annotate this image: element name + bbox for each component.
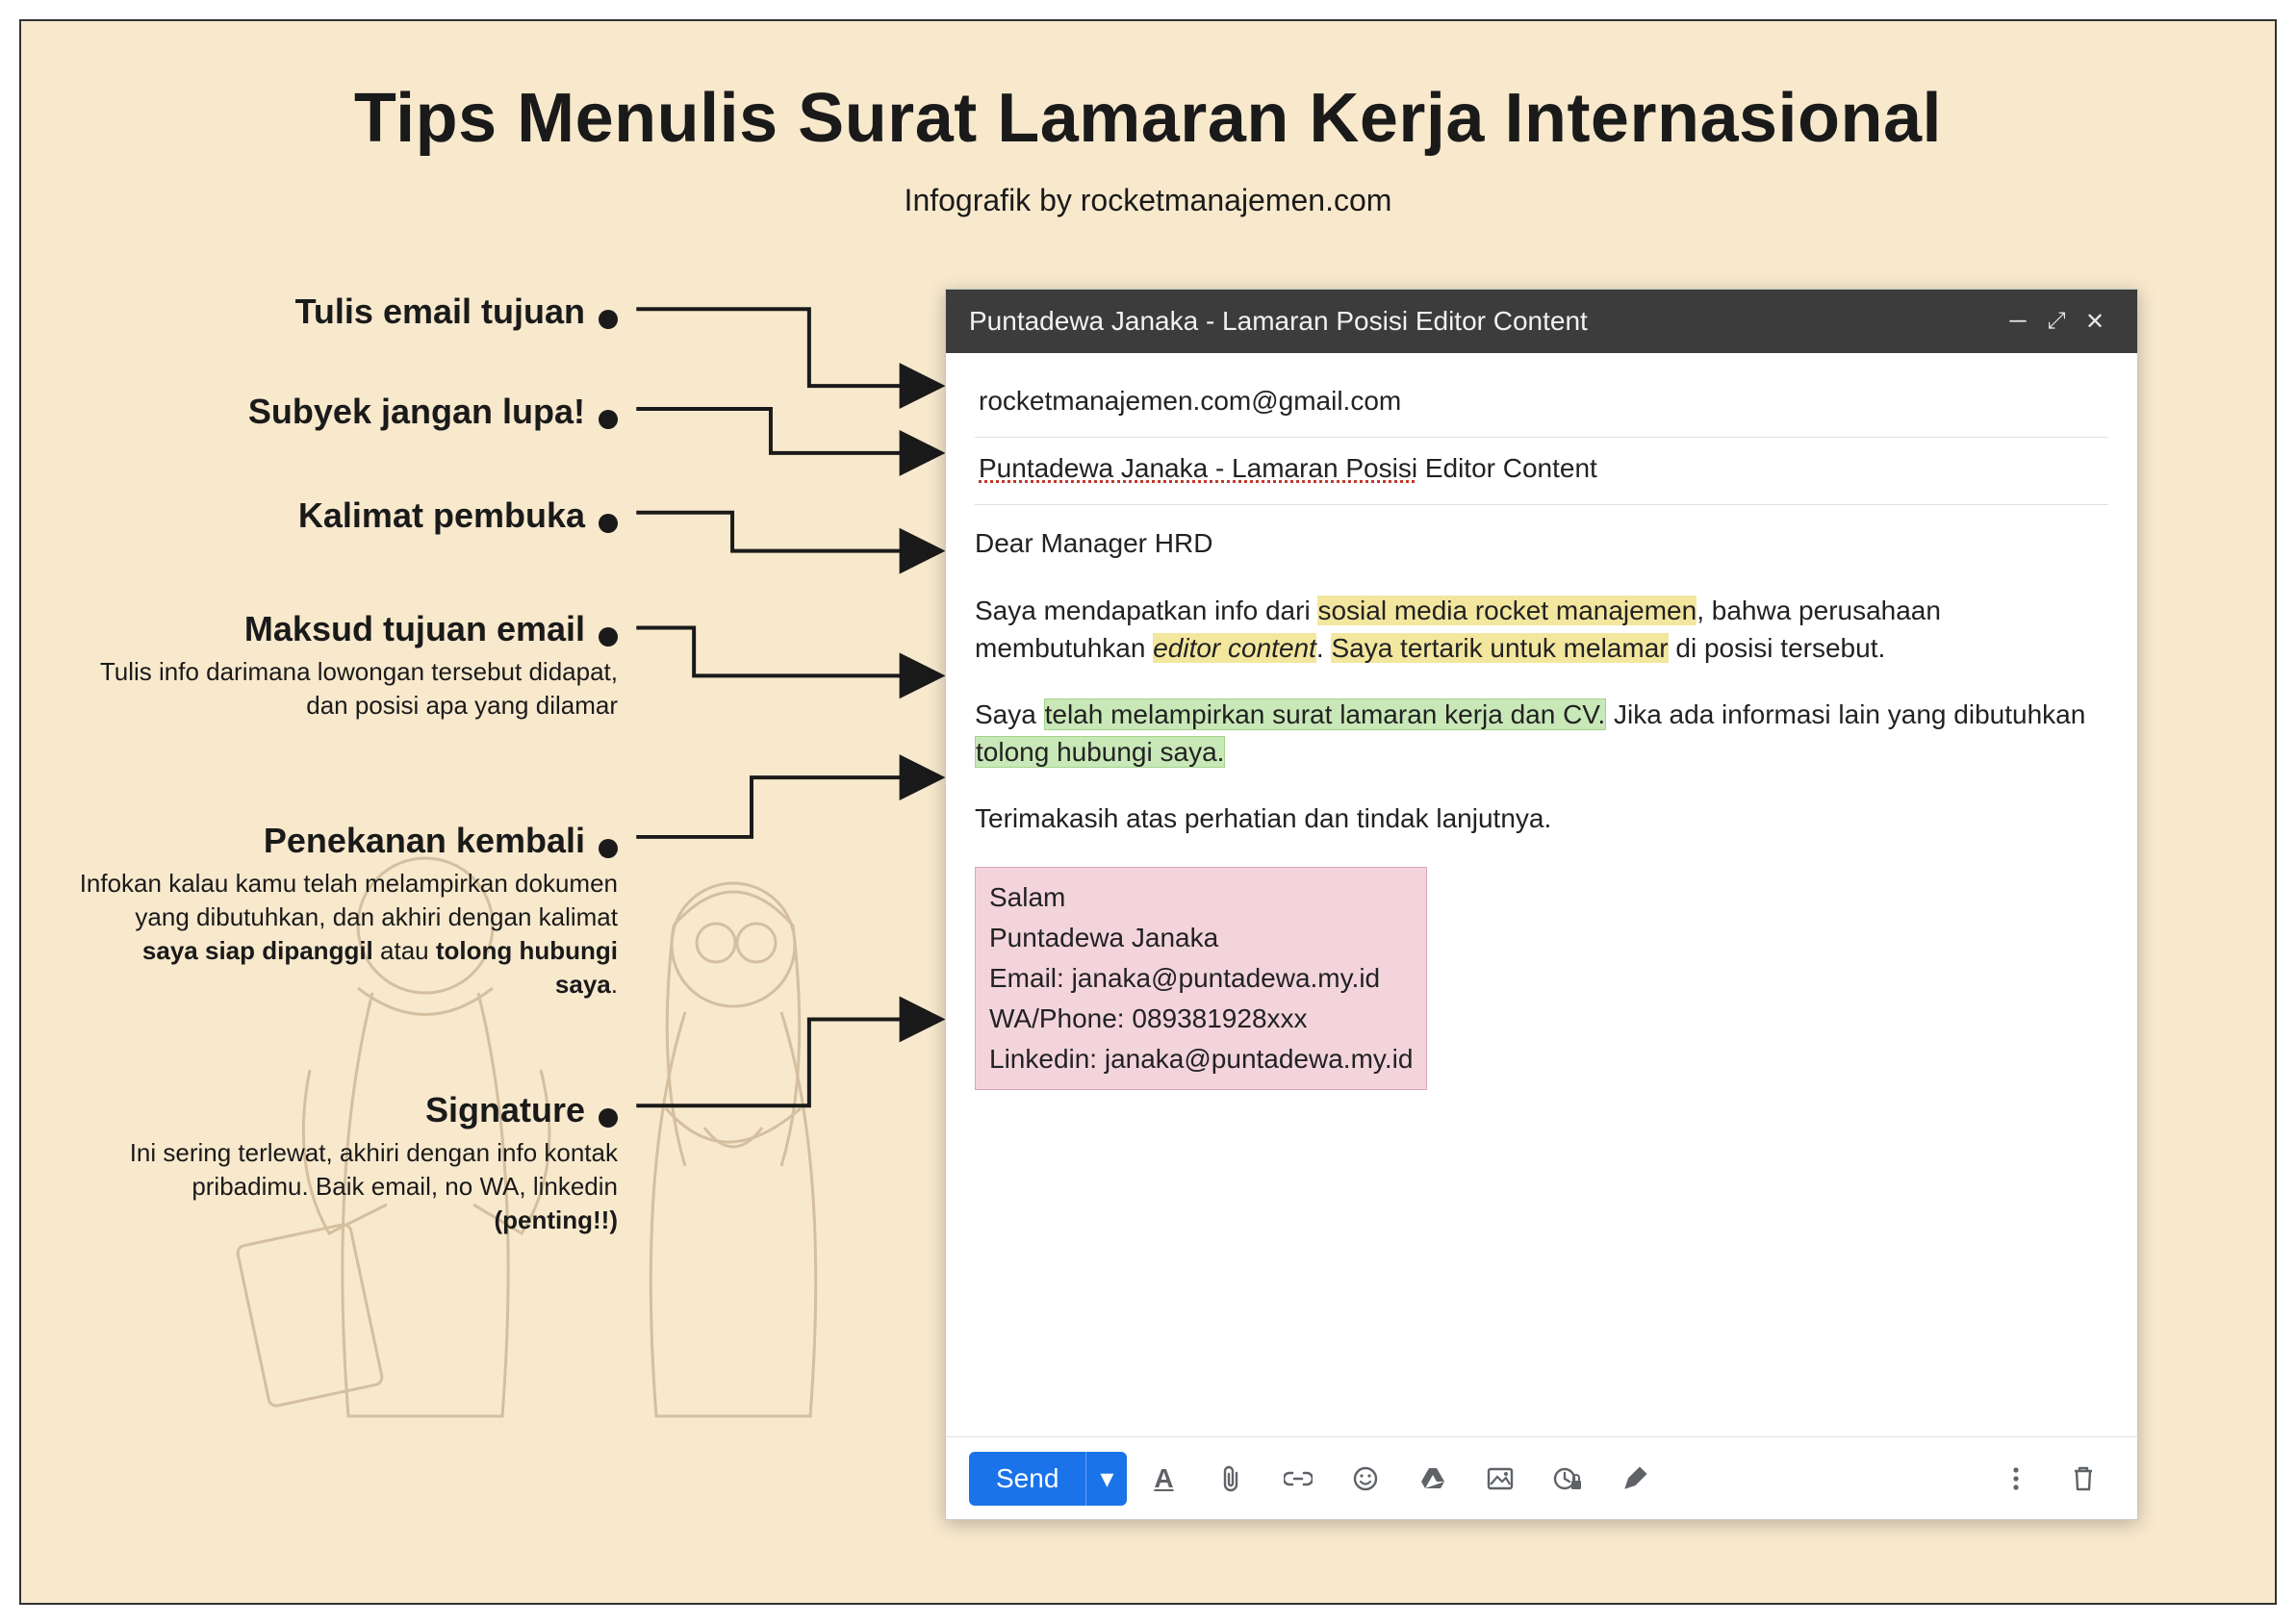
link-icon[interactable] bbox=[1275, 1456, 1321, 1502]
send-dropdown-icon[interactable]: ▾ bbox=[1085, 1452, 1127, 1506]
close-icon[interactable]: ✕ bbox=[2076, 308, 2114, 336]
highlight-yellow: editor content bbox=[1153, 633, 1316, 663]
label-title: Subyek jangan lupa! bbox=[248, 392, 585, 431]
bullet-dot bbox=[599, 514, 618, 533]
more-options-icon[interactable] bbox=[1993, 1456, 2039, 1502]
bullet-dot bbox=[599, 627, 618, 647]
label-pembuka: Kalimat pembuka bbox=[79, 495, 618, 536]
highlight-yellow: Saya tertarik untuk melamar bbox=[1331, 633, 1668, 663]
attach-icon[interactable] bbox=[1208, 1456, 1254, 1502]
trash-icon[interactable] bbox=[2060, 1456, 2106, 1502]
bullet-dot bbox=[599, 1108, 618, 1128]
email-to-field[interactable]: rocketmanajemen.com@gmail.com bbox=[975, 370, 2108, 438]
email-paragraph-3: Terimakasih atas perhatian dan tindak la… bbox=[975, 799, 2108, 837]
highlight-green: telah melampirkan surat lamaran kerja da… bbox=[1044, 698, 1607, 730]
email-greeting: Dear Manager HRD bbox=[975, 524, 2108, 562]
bullet-dot bbox=[599, 310, 618, 329]
email-content[interactable]: Dear Manager HRD Saya mendapatkan info d… bbox=[975, 505, 2108, 1089]
email-signature-block: Salam Puntadewa Janaka Email: janaka@pun… bbox=[975, 867, 1427, 1090]
pen-icon[interactable] bbox=[1612, 1456, 1658, 1502]
send-button[interactable]: Send ▾ bbox=[969, 1452, 1127, 1506]
label-desc: Infokan kalau kamu telah melampirkan dok… bbox=[79, 867, 618, 1002]
email-window-title: Puntadewa Janaka - Lamaran Posisi Editor… bbox=[969, 306, 1999, 337]
text-format-icon[interactable]: A bbox=[1140, 1456, 1186, 1502]
label-title: Tulis email tujuan bbox=[295, 292, 585, 331]
label-title: Penekanan kembali bbox=[264, 821, 585, 860]
email-titlebar: Puntadewa Janaka - Lamaran Posisi Editor… bbox=[946, 290, 2137, 353]
drive-icon[interactable] bbox=[1410, 1456, 1456, 1502]
expand-icon[interactable]: ⤢ bbox=[2037, 308, 2076, 335]
label-signature: Signature Ini sering terlewat, akhiri de… bbox=[79, 1089, 618, 1237]
image-icon[interactable] bbox=[1477, 1456, 1523, 1502]
email-paragraph-1: Saya mendapatkan info dari sosial media … bbox=[975, 592, 2108, 667]
confidential-mode-icon[interactable] bbox=[1544, 1456, 1591, 1502]
page-title: Tips Menulis Surat Lamaran Kerja Interna… bbox=[21, 79, 2275, 158]
label-title: Maksud tujuan email bbox=[244, 609, 585, 648]
emoji-icon[interactable] bbox=[1342, 1456, 1389, 1502]
email-paragraph-2: Saya telah melampirkan surat lamaran ker… bbox=[975, 696, 2108, 771]
label-desc: Tulis info darimana lowongan tersebut di… bbox=[79, 655, 618, 723]
email-toolbar: Send ▾ A bbox=[946, 1436, 2137, 1519]
email-compose-window: Puntadewa Janaka - Lamaran Posisi Editor… bbox=[945, 289, 2138, 1520]
label-title: Signature bbox=[425, 1090, 585, 1129]
label-email-tujuan: Tulis email tujuan bbox=[79, 291, 618, 332]
minimize-icon[interactable]: ─ bbox=[1999, 308, 2037, 335]
label-maksud: Maksud tujuan email Tulis info darimana … bbox=[79, 608, 618, 723]
label-desc: Ini sering terlewat, akhiri dengan info … bbox=[79, 1136, 618, 1237]
label-penekanan: Penekanan kembali Infokan kalau kamu tel… bbox=[79, 820, 618, 1002]
highlight-yellow: sosial media rocket manajemen bbox=[1317, 596, 1696, 625]
infographic-canvas: Tips Menulis Surat Lamaran Kerja Interna… bbox=[19, 19, 2277, 1605]
email-subject-field[interactable]: Puntadewa Janaka - Lamaran Posisi Editor… bbox=[975, 438, 2108, 505]
page-subtitle: Infografik by rocketmanajemen.com bbox=[21, 183, 2275, 218]
bullet-dot bbox=[599, 839, 618, 858]
email-body: rocketmanajemen.com@gmail.com Puntadewa … bbox=[946, 353, 2137, 1436]
label-subyek: Subyek jangan lupa! bbox=[79, 391, 618, 432]
label-title: Kalimat pembuka bbox=[298, 495, 585, 535]
bullet-dot bbox=[599, 410, 618, 429]
highlight-green: tolong hubungi saya. bbox=[975, 736, 1225, 768]
